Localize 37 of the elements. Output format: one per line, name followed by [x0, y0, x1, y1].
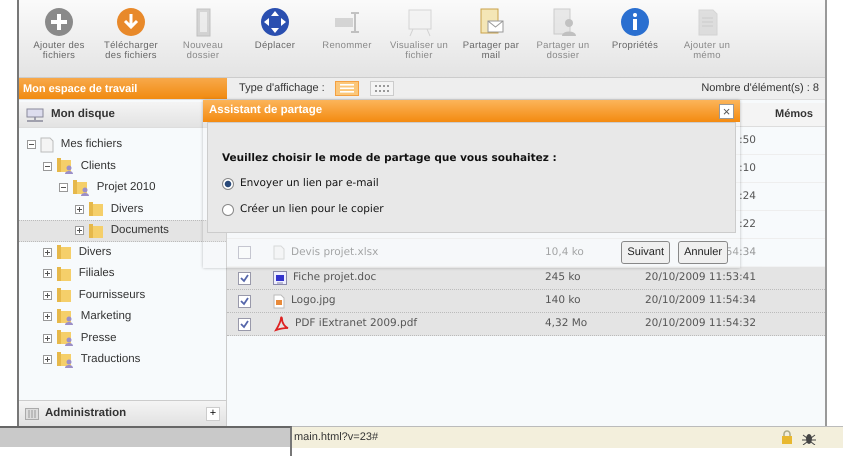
tree-item-label: Documents — [110, 223, 169, 238]
file-name: Devis projet.xlsx — [291, 244, 378, 260]
sidebar-title: Mon disque — [51, 106, 115, 122]
file-date: :10 — [739, 162, 756, 174]
tree-item-label: Fournisseurs — [78, 288, 146, 303]
file-date: :24 — [739, 190, 756, 202]
status-url: main.html?v=23# — [294, 430, 378, 446]
tree-item-label: Clients — [80, 158, 116, 174]
tree-item-label: Mes fichiers — [60, 137, 122, 152]
tree-item-label: Traductions — [80, 352, 140, 368]
file-size: 140 ko — [545, 294, 581, 306]
file-date: :50 — [739, 134, 756, 146]
file-size: 4,32 Mo — [545, 317, 588, 330]
column-header: Mémos — [774, 107, 814, 122]
dialog-prompt: Veuillez choisir le mode de partage que vous souhaitez : — [222, 151, 558, 166]
file-size: 10,4 ko — [545, 246, 584, 258]
radio-label: Créer un lien pour le copier — [240, 202, 384, 217]
file-date: 20/10/2009 11:54:34 — [644, 294, 756, 306]
view-type-label: Type d'affichage : — [239, 81, 325, 96]
file-name: Logo.jpg — [291, 293, 336, 308]
file-size: 245 ko — [545, 271, 581, 284]
radio-label: Envoyer un lien par e-mail — [240, 176, 379, 191]
tree-item-label: Filiales — [78, 266, 115, 282]
file-date: 20/10/2009 11:54:32 — [644, 317, 756, 330]
tree-item-label: Projet 2010 — [96, 180, 156, 196]
file-name: PDF iExtranet 2009.pdf — [295, 316, 418, 332]
file-date: :22 — [739, 218, 756, 230]
file-date: 20/10/2009 11:53:41 — [644, 271, 756, 284]
tree-item-label: Divers — [78, 244, 112, 260]
tree-item-label: Presse — [80, 330, 117, 346]
file-name: Fiche projet.doc — [293, 270, 376, 286]
tree-item-label: Marketing — [80, 309, 132, 324]
tree-item-label: Divers — [110, 202, 144, 217]
administration-label: Administration — [45, 406, 126, 421]
dialog-title: Assistant de partage — [209, 103, 322, 118]
workspace-title: Mon espace de travail — [19, 78, 227, 99]
item-count: Nombre d'élément(s) : 8 — [701, 81, 819, 96]
